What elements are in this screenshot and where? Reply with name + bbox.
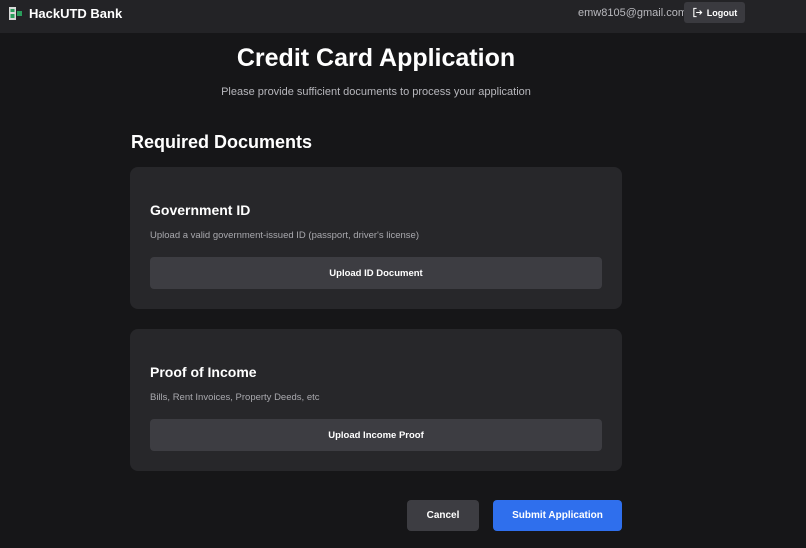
submit-application-button[interactable]: Submit Application xyxy=(493,500,622,531)
proof-of-income-description: Bills, Rent Invoices, Property Deeds, et… xyxy=(150,392,320,403)
logout-icon xyxy=(693,7,703,18)
logout-label: Logout xyxy=(706,7,738,18)
logout-button[interactable]: Logout xyxy=(684,2,745,23)
government-id-description: Upload a valid government-issued ID (pas… xyxy=(150,230,419,241)
top-navbar: HackUTD Bank emw8105@gmail.com Logout xyxy=(0,0,806,33)
proof-of-income-title: Proof of Income xyxy=(150,364,257,380)
bank-logo-icon xyxy=(9,6,22,20)
page-subtitle: Please provide sufficient documents to p… xyxy=(221,86,531,98)
cancel-button[interactable]: Cancel xyxy=(407,500,479,531)
required-documents-heading: Required Documents xyxy=(131,132,313,152)
upload-id-button[interactable]: Upload ID Document xyxy=(150,257,602,289)
page-title: Credit Card Application xyxy=(236,44,516,72)
government-id-card: Government ID Upload a valid government-… xyxy=(130,167,622,309)
government-id-title: Government ID xyxy=(150,202,251,218)
user-email: emw8105@gmail.com xyxy=(578,7,687,19)
brand[interactable]: HackUTD Bank xyxy=(9,5,122,21)
brand-name: HackUTD Bank xyxy=(29,5,123,21)
upload-income-button[interactable]: Upload Income Proof xyxy=(150,419,602,451)
proof-of-income-card: Proof of Income Bills, Rent Invoices, Pr… xyxy=(130,329,622,471)
